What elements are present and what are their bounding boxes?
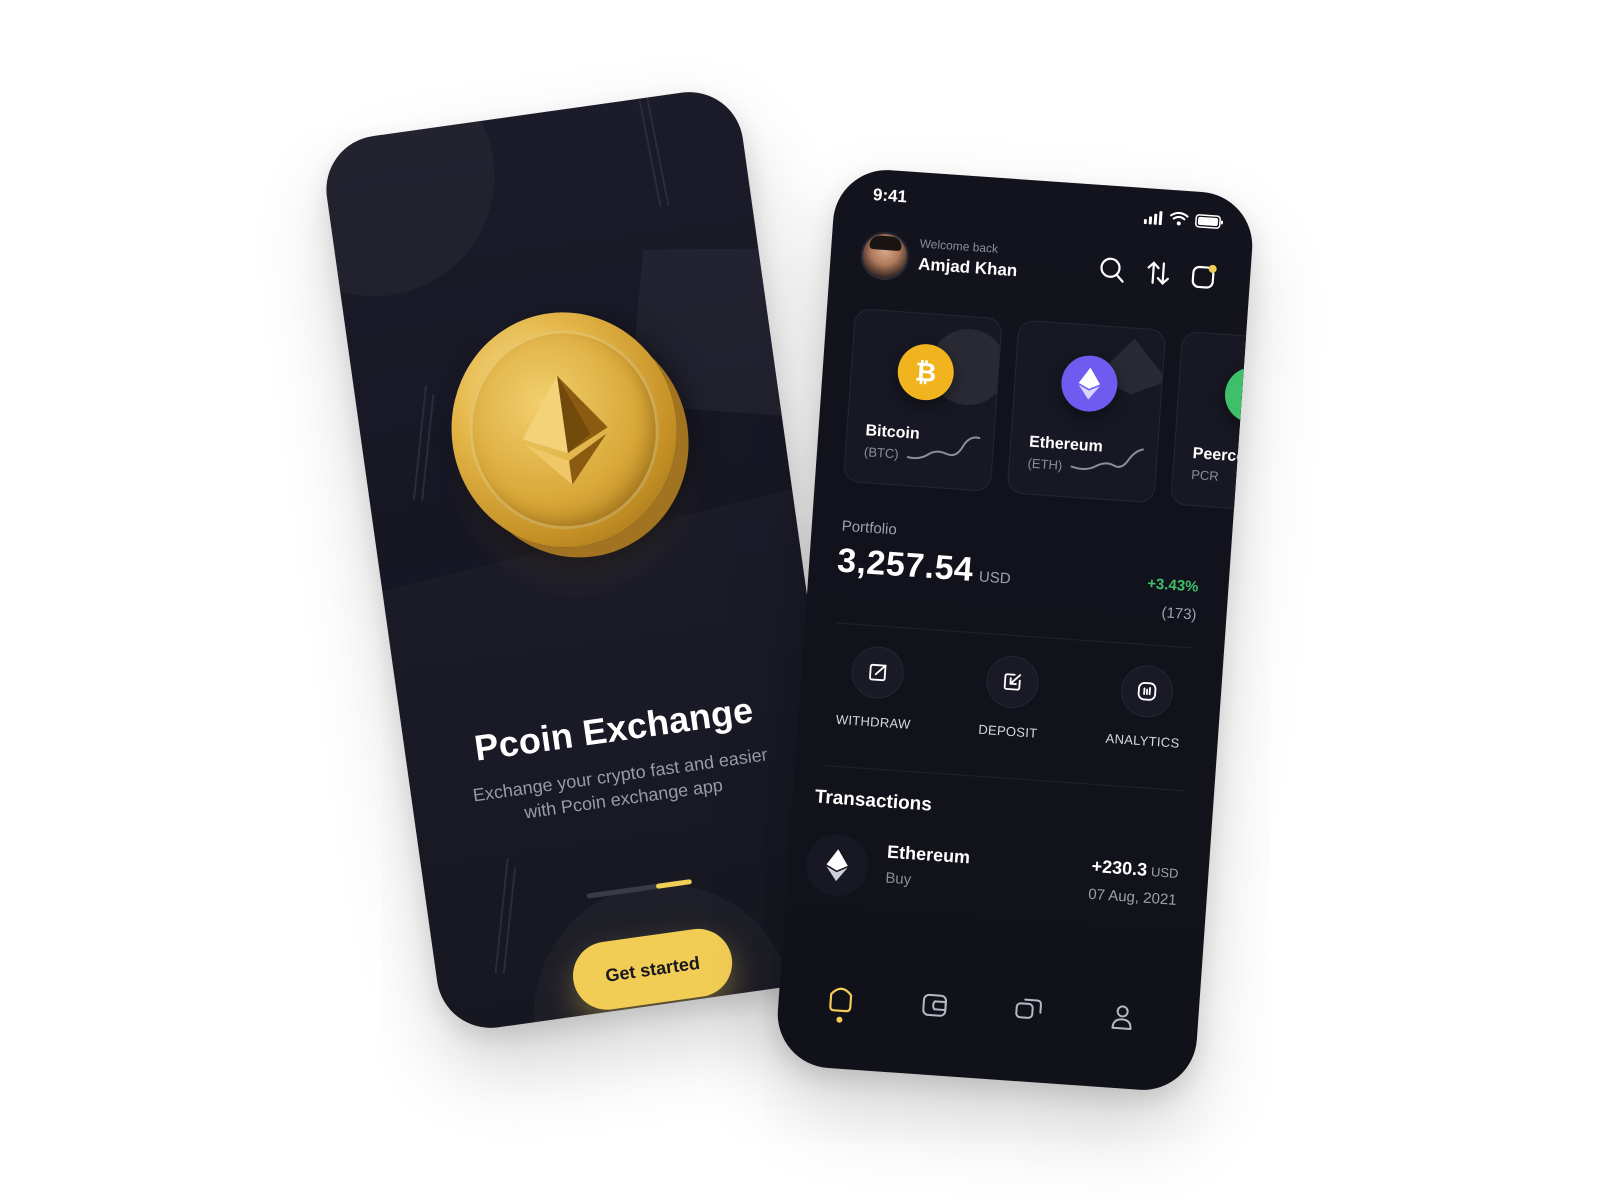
coin-card-peercoin[interactable]: Peercoin PCR bbox=[1170, 330, 1256, 515]
nav-home[interactable] bbox=[817, 977, 864, 1030]
action-label: ANALYTICS bbox=[1105, 730, 1181, 751]
ethereum-glyph bbox=[826, 849, 848, 882]
ethereum-icon bbox=[522, 375, 608, 485]
transaction-amount: +230.3 USD bbox=[1091, 856, 1179, 883]
home-icon bbox=[829, 987, 853, 1013]
transaction-name: Ethereum bbox=[886, 841, 971, 868]
mockup-stage: Pcoin Exchange Exchange your crypto fast… bbox=[0, 0, 1600, 1200]
status-bar: 9:41 bbox=[872, 185, 1225, 233]
bitcoin-symbol: ₿ bbox=[914, 355, 938, 388]
chat-icon bbox=[1015, 998, 1042, 1019]
avatar[interactable] bbox=[859, 230, 911, 282]
portfolio-label: Portfolio bbox=[841, 517, 898, 539]
withdraw-button[interactable]: WITHDRAW bbox=[806, 642, 943, 761]
swap-icon[interactable] bbox=[1143, 258, 1173, 288]
deposit-icon bbox=[1003, 673, 1022, 691]
transaction-date: 07 Aug, 2021 bbox=[1087, 885, 1178, 909]
ethereum-glyph bbox=[1078, 367, 1101, 400]
home-header: Welcome back Amjad Khan bbox=[859, 230, 1224, 305]
action-label: DEPOSIT bbox=[977, 721, 1038, 741]
coin-card-ethereum[interactable]: Ethereum (ETH) bbox=[1006, 319, 1167, 504]
ethereum-coin-illustration bbox=[419, 296, 736, 629]
wifi-icon bbox=[1169, 211, 1189, 226]
nav-active-dot bbox=[836, 1016, 843, 1023]
portfolio-count: (173) bbox=[1160, 604, 1198, 624]
action-circle bbox=[849, 644, 906, 701]
portfolio-change: +3.43% bbox=[1146, 575, 1200, 596]
portfolio-amount: 3,257.54 bbox=[836, 541, 975, 589]
action-label: WITHDRAW bbox=[835, 711, 912, 732]
bottom-nav bbox=[816, 977, 1159, 1061]
decorative-lines bbox=[638, 97, 670, 207]
ethereum-icon bbox=[804, 832, 871, 899]
notification-icon[interactable] bbox=[1189, 261, 1219, 291]
onboarding-phone: Pcoin Exchange Exchange your crypto fast… bbox=[319, 85, 861, 1035]
coin-ticker: PCR bbox=[1190, 466, 1220, 484]
portfolio-value: 3,257.54 USD bbox=[836, 541, 1012, 592]
profile-icon bbox=[1111, 1005, 1132, 1031]
deposit-button[interactable]: DEPOSIT bbox=[941, 651, 1078, 770]
coin-cards: ₿ Bitcoin (BTC) Ethereum (ETH) Peercoin … bbox=[842, 308, 1256, 517]
coin-ticker: (BTC) bbox=[863, 444, 900, 462]
coin-card-bitcoin[interactable]: ₿ Bitcoin (BTC) bbox=[842, 308, 1003, 492]
coin-ticker: (ETH) bbox=[1027, 455, 1063, 473]
user-name: Amjad Khan bbox=[917, 254, 1018, 281]
decorative-circle bbox=[319, 85, 510, 312]
sparkline-icon bbox=[906, 436, 981, 460]
transaction-type: Buy bbox=[884, 869, 912, 889]
nav-wallet[interactable] bbox=[911, 984, 958, 1037]
action-circle bbox=[984, 654, 1041, 710]
search-icon[interactable] bbox=[1097, 255, 1127, 285]
transaction-amount-value: +230.3 bbox=[1091, 855, 1148, 880]
analytics-icon bbox=[1137, 682, 1157, 701]
battery-icon bbox=[1195, 214, 1224, 229]
transaction-row[interactable]: Ethereum Buy +230.3 USD 07 Aug, 2021 bbox=[803, 832, 1180, 938]
home-phone: 9:41 Welcome back Amjad Khan ₿ Bitcoin (… bbox=[774, 166, 1256, 1094]
transactions-title: Transactions bbox=[814, 786, 933, 816]
avatar-hair bbox=[869, 234, 903, 252]
signal-icon bbox=[1143, 211, 1163, 226]
portfolio-unit: USD bbox=[978, 568, 1012, 588]
status-time: 9:41 bbox=[872, 185, 908, 207]
nav-chat[interactable] bbox=[1004, 990, 1051, 1043]
welcome-text: Welcome back bbox=[919, 236, 999, 256]
status-icons bbox=[1143, 211, 1224, 229]
analytics-button[interactable]: ANALYTICS bbox=[1075, 661, 1212, 780]
sparkline-icon bbox=[1070, 448, 1144, 470]
action-circle bbox=[1119, 663, 1175, 720]
peercoin-icon bbox=[1223, 365, 1256, 425]
withdraw-icon bbox=[869, 663, 887, 682]
nav-profile[interactable] bbox=[1098, 997, 1145, 1050]
divider bbox=[835, 622, 1195, 649]
coin-face bbox=[456, 318, 672, 542]
coin-name: Peercoin bbox=[1192, 444, 1256, 467]
quick-actions: WITHDRAW DEPOSIT ANALYTICS bbox=[806, 642, 1213, 780]
wallet-icon bbox=[922, 993, 947, 1017]
transaction-amount-unit: USD bbox=[1150, 864, 1179, 881]
